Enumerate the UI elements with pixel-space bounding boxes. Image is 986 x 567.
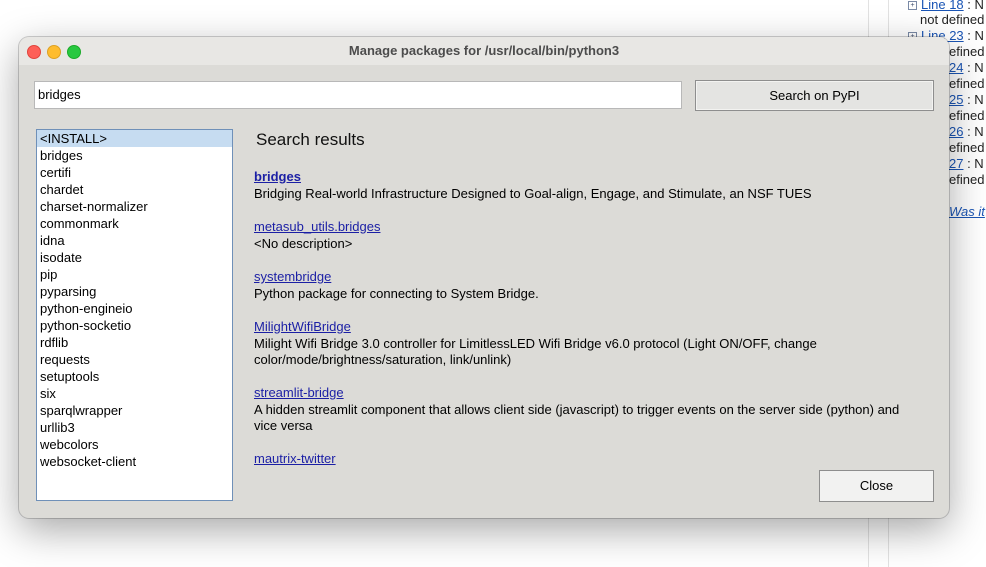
background-line: 24 : N [949,60,984,75]
package-list-item[interactable]: python-socketio [37,317,232,334]
package-list-item[interactable]: websocket-client [37,453,232,470]
result-link[interactable]: systembridge [254,269,331,285]
background-italic-link[interactable]: Was it [949,204,985,219]
package-list-item[interactable]: idna [37,232,232,249]
result-link[interactable]: bridges [254,169,301,185]
background-line: efined [949,108,985,123]
result-description: <No description> [254,236,353,251]
package-list-item[interactable]: urllib3 [37,419,232,436]
search-input[interactable]: bridges [34,81,682,109]
title-bar: Manage packages for /usr/local/bin/pytho… [19,37,949,65]
search-result: bridges Bridging Real-world Infrastructu… [254,168,934,202]
search-results-list: bridges Bridging Real-world Infrastructu… [254,168,934,484]
package-list-item[interactable]: bridges [37,147,232,164]
package-list-item[interactable]: commonmark [37,215,232,232]
background-line: efined [949,140,985,155]
package-list-item[interactable]: certifi [37,164,232,181]
package-list-item[interactable]: six [37,385,232,402]
search-result: MilightWifiBridge Milight Wifi Bridge 3.… [254,318,934,368]
package-list-item[interactable]: chardet [37,181,232,198]
close-button[interactable]: Close [819,470,934,502]
package-list-item[interactable]: pip [37,266,232,283]
background-line-link[interactable]: 24 [949,60,963,75]
background-line: not defined [920,12,985,27]
package-list-item[interactable]: charset-normalizer [37,198,232,215]
background-line-link[interactable]: Line 18 [921,0,964,12]
search-results-heading: Search results [256,130,365,149]
package-list-item[interactable]: python-engineio [37,300,232,317]
package-list[interactable]: <INSTALL> bridges certifi chardet charse… [36,129,233,501]
background-line: efined [949,76,985,91]
background-line: efined [949,172,985,187]
background-line-link[interactable]: 27 [949,156,963,171]
search-result: mautrix-twitter [254,450,934,468]
manage-packages-dialog: Manage packages for /usr/local/bin/pytho… [19,37,949,518]
search-result: metasub_utils.bridges <No description> [254,218,934,252]
result-description: Bridging Real-world Infrastructure Desig… [254,186,812,201]
background-line-link[interactable]: 26 [949,124,963,139]
background-line-link[interactable]: 25 [949,92,963,107]
background-line: 27 : N [949,156,984,171]
result-description: Python package for connecting to System … [254,286,539,301]
package-list-item[interactable]: sparqlwrapper [37,402,232,419]
package-list-item[interactable]: pyparsing [37,283,232,300]
result-description: A hidden streamlit component that allows… [254,402,900,433]
search-pypi-button[interactable]: Search on PyPI [695,80,934,111]
result-link[interactable]: mautrix-twitter [254,451,336,467]
background-line: 26 : N [949,124,984,139]
background-line: + Line 18 : N [908,0,984,12]
background-line: efined [949,44,985,59]
result-link[interactable]: metasub_utils.bridges [254,219,380,235]
package-list-item[interactable]: <INSTALL> [37,130,232,147]
package-list-item[interactable]: rdflib [37,334,232,351]
result-link[interactable]: MilightWifiBridge [254,319,351,335]
package-list-item[interactable]: isodate [37,249,232,266]
expand-icon[interactable]: + [908,1,917,11]
search-result: systembridge Python package for connecti… [254,268,934,302]
window-title: Manage packages for /usr/local/bin/pytho… [348,43,620,58]
background-line: 25 : N [949,92,984,107]
package-list-item[interactable]: webcolors [37,436,232,453]
package-list-item[interactable]: requests [37,351,232,368]
result-link[interactable]: streamlit-bridge [254,385,344,401]
search-result: streamlit-bridge A hidden streamlit comp… [254,384,934,434]
package-list-item[interactable]: setuptools [37,368,232,385]
result-description: Milight Wifi Bridge 3.0 controller for L… [254,336,817,367]
